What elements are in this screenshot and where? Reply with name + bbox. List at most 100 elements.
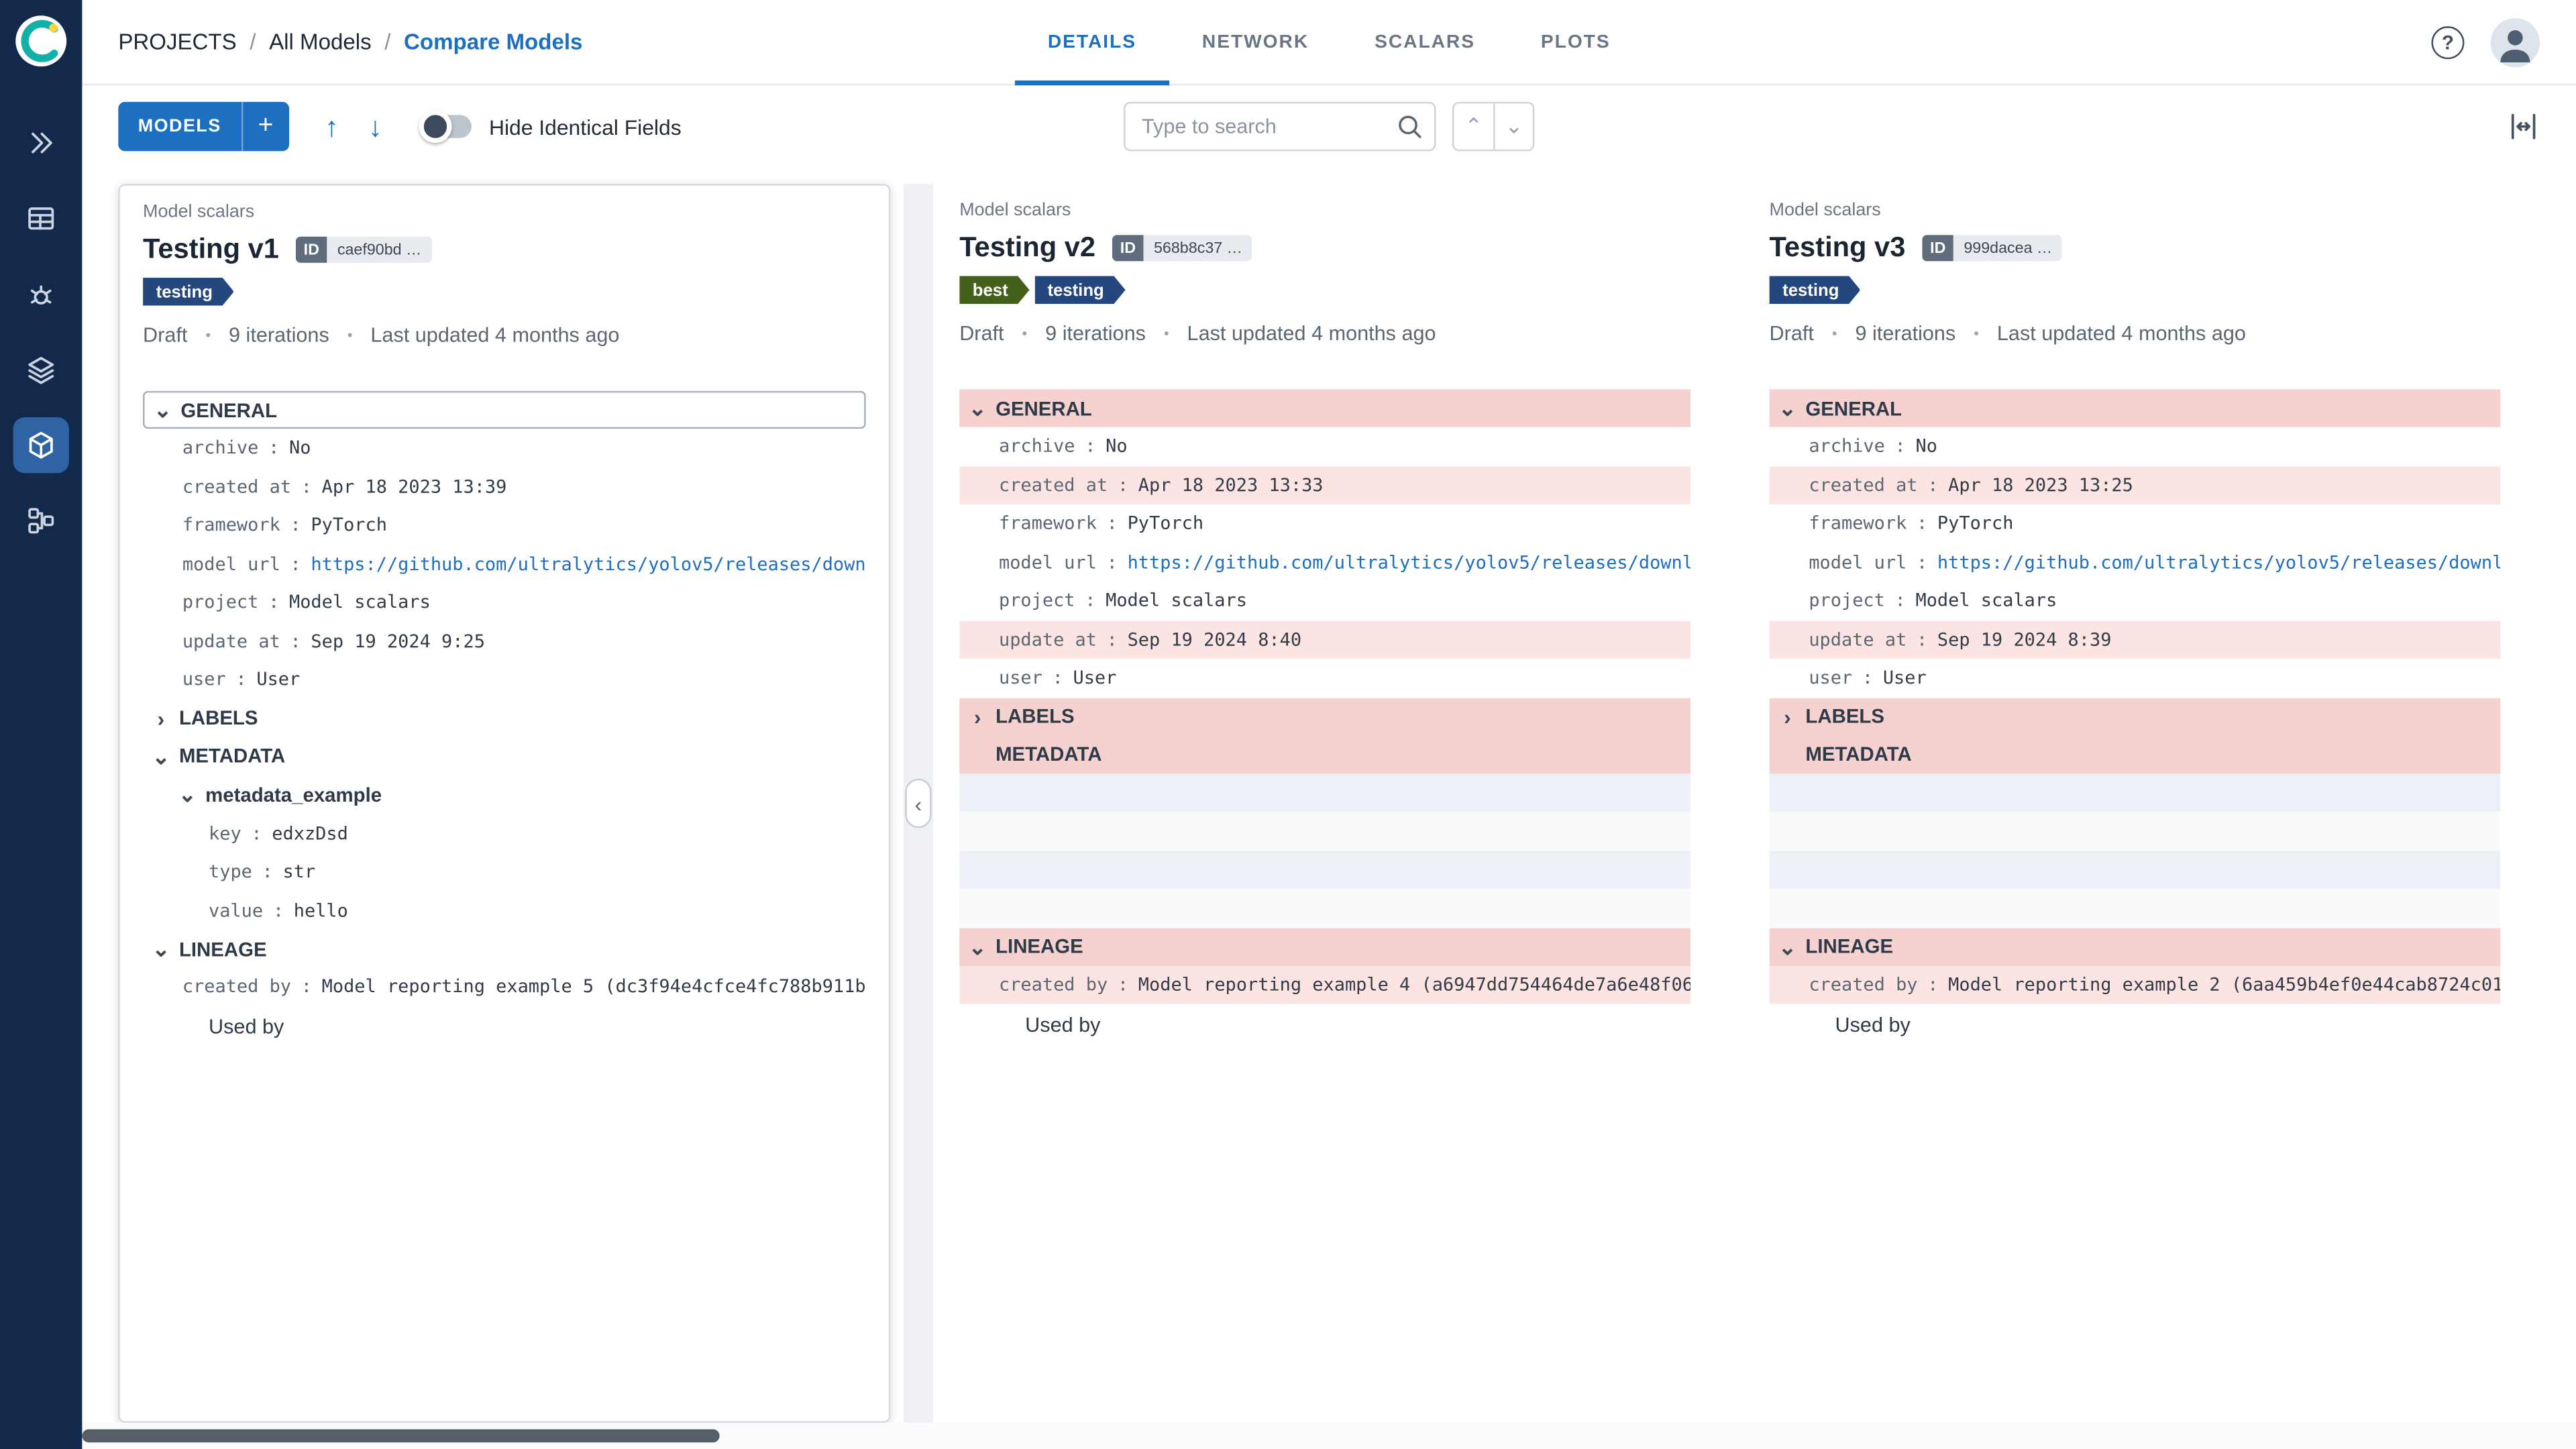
add-model-button[interactable]: + <box>243 102 289 151</box>
search-input[interactable] <box>1124 101 1436 152</box>
field-separator: : <box>301 476 312 498</box>
field-separator: : <box>251 822 262 845</box>
section-header-labels[interactable]: › LABELS <box>959 697 1690 735</box>
sidebar-item-debugger[interactable] <box>13 266 69 322</box>
sidebar-item-datasets[interactable] <box>13 191 69 246</box>
section-header-labels[interactable]: › LABELS <box>1769 697 2501 735</box>
section-header-metadata[interactable]: ⌄ METADATA <box>143 737 866 774</box>
sidebar-item-artifacts[interactable] <box>13 341 69 397</box>
toggle-knob <box>418 110 451 144</box>
field-key: created at <box>998 474 1108 496</box>
field-value: User <box>256 669 301 691</box>
tab-network[interactable]: NETWORK <box>1169 0 1342 85</box>
tab-plots[interactable]: PLOTS <box>1508 0 1644 85</box>
section-header-metadata[interactable]: METADATA <box>1769 735 2501 773</box>
model-status: Draft • 9 iterations • Last updated 4 months… <box>1770 322 2501 345</box>
section-title: LABELS <box>996 704 1075 728</box>
model-column-3: Model scalars Testing v3 ID 999dacea … testi… <box>1769 184 2501 1423</box>
breadcrumb-item[interactable]: All Models <box>269 30 372 54</box>
hide-identical-toggle[interactable] <box>418 110 472 144</box>
model-tags: best testing <box>959 276 1690 304</box>
section-header-metadata[interactable]: METADATA <box>959 735 1690 773</box>
field-row: archive: No <box>143 429 866 468</box>
field-separator: : <box>1917 629 1928 651</box>
section-header-general[interactable]: ⌄ GENERAL <box>959 389 1690 427</box>
model-id-badge[interactable]: ID caef90bd … <box>295 236 432 263</box>
column-divider: ‹ <box>903 184 934 1423</box>
field-separator: : <box>1106 629 1118 651</box>
comet-logo-icon <box>15 15 67 67</box>
sidebar-item-quickstart[interactable] <box>13 115 69 170</box>
section-header-lineage[interactable]: ⌄ LINEAGE <box>1769 927 2501 965</box>
collapse-column-button[interactable]: ‹ <box>905 778 932 828</box>
field-row: created at: Apr 18 2023 13:33 <box>959 466 1690 504</box>
search-icon[interactable] <box>1395 112 1424 142</box>
field-row: archive: No <box>1770 427 2501 466</box>
models-button[interactable]: MODELS + <box>118 101 289 152</box>
section-header-general[interactable]: ⌄ GENERAL <box>143 390 866 429</box>
toolbar: MODELS + ↑ ↓ Hide Identical Fields Type … <box>82 85 2576 168</box>
model-tag[interactable]: testing <box>1034 276 1126 304</box>
adjust-columns-icon[interactable] <box>2507 110 2540 143</box>
field-key: framework <box>998 513 1097 535</box>
model-title-row: Testing v2 ID 568b8c37 … <box>959 231 1690 264</box>
model-project-label: Model scalars <box>143 202 255 222</box>
used-by-label[interactable]: Used by <box>1770 1004 2501 1044</box>
field-value: Model reporting example 4 (a6947dd754464… <box>1138 973 1690 996</box>
field-value: str <box>282 861 316 883</box>
field-separator: : <box>1085 590 1096 612</box>
model-tag[interactable]: testing <box>1770 276 1861 304</box>
previous-match-button[interactable]: ⌃ <box>1454 103 1493 150</box>
chevron-down-icon: ⌄ <box>968 934 987 959</box>
sort-descending-button[interactable]: ↓ <box>368 113 382 141</box>
user-avatar[interactable] <box>2490 17 2540 67</box>
comet-logo[interactable] <box>13 13 69 69</box>
field-separator: : <box>1052 667 1063 689</box>
field-key: update at <box>182 630 280 652</box>
section-header-lineage[interactable]: ⌄ LINEAGE <box>959 927 1690 965</box>
metadata-group-name: metadata_example <box>205 782 382 806</box>
model-id-badge[interactable]: ID 568b8c37 … <box>1112 235 1252 262</box>
model-tag[interactable]: testing <box>143 278 234 306</box>
field-separator: : <box>1106 551 1118 574</box>
model-tag[interactable]: best <box>959 276 1029 304</box>
field-value: No <box>288 437 311 459</box>
next-match-button[interactable]: ⌄ <box>1493 103 1533 150</box>
section-title: LINEAGE <box>1805 934 1894 958</box>
pipelines-icon <box>28 508 54 534</box>
user-avatar-icon <box>2490 17 2540 67</box>
chevron-down-icon: ⌄ <box>152 743 170 768</box>
field-row: created by: Model reporting example 2 (6a… <box>1769 965 2501 1004</box>
metadata-group-header[interactable]: ⌄ metadata_example <box>143 775 866 814</box>
model-title: Testing v3 <box>1769 231 1906 263</box>
chevron-right-icon: › <box>1784 704 1791 729</box>
section-header-general[interactable]: ⌄ GENERAL <box>1769 389 2501 427</box>
model-id-badge[interactable]: ID 999dacea … <box>1921 235 2062 262</box>
field-value: PyTorch <box>311 515 387 536</box>
field-key: user <box>998 667 1042 689</box>
tab-details[interactable]: DETAILS <box>1014 0 1169 86</box>
model-tags: testing <box>143 278 866 306</box>
artifacts-icon <box>28 357 54 384</box>
field-value-link[interactable]: https://github.com/ultralytics/yolov5/re… <box>1128 551 1690 573</box>
field-row: user: User <box>143 660 866 699</box>
section-header-lineage[interactable]: ⌄ LINEAGE <box>143 930 866 967</box>
breadcrumb-item[interactable]: PROJECTS <box>118 30 236 54</box>
sort-ascending-button[interactable]: ↑ <box>325 113 339 141</box>
help-button[interactable]: ? <box>2431 25 2465 58</box>
used-by-label[interactable]: Used by <box>143 1006 866 1047</box>
used-by-label[interactable]: Used by <box>959 1004 1690 1044</box>
field-value-link[interactable]: https://github.com/ultralytics/yolov5/re… <box>311 553 865 575</box>
scrollbar-thumb[interactable] <box>82 1429 720 1443</box>
field-value-link[interactable]: https://github.com/ultralytics/yolov5/re… <box>1937 551 2500 573</box>
status-separator-dot: • <box>1163 325 1169 342</box>
section-header-labels[interactable]: › LABELS <box>143 699 866 737</box>
breadcrumb-item[interactable]: Compare Models <box>404 30 582 54</box>
chevron-down-icon: ⌄ <box>178 782 197 807</box>
model-project-label: Model scalars <box>959 200 1071 221</box>
tab-scalars[interactable]: SCALARS <box>1342 0 1508 85</box>
sidebar-item-model-registry[interactable] <box>13 417 69 474</box>
section-title: LABELS <box>1805 704 1884 728</box>
sidebar-item-pipelines[interactable] <box>13 493 69 549</box>
status-separator-dot: • <box>1831 325 1837 342</box>
